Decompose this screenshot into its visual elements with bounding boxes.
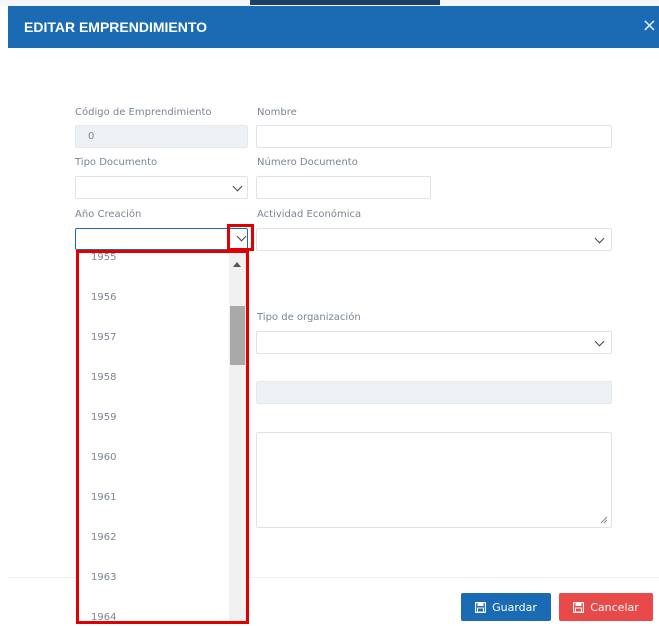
dropdown-option[interactable]: 1963 [91, 572, 116, 583]
dropdown-option[interactable]: 1956 [91, 292, 116, 303]
edit-modal: EDITAR EMPRENDIMIENTO × Código de Empren… [0, 0, 659, 626]
resize-handle-icon[interactable] [600, 516, 608, 524]
dropdown-option[interactable]: 1957 [91, 332, 116, 343]
actividad-economica-label: Actividad Económica [257, 209, 362, 220]
chevron-down-icon [594, 336, 605, 347]
codigo-value: 0 [88, 131, 95, 142]
numero-documento-input[interactable] [256, 176, 431, 199]
tipo-documento-label: Tipo Documento [75, 157, 158, 168]
tipo-organizacion-select[interactable] [256, 331, 612, 354]
dropdown-option[interactable]: 1955 [91, 253, 116, 263]
description-textarea[interactable] [256, 432, 612, 528]
dropdown-option[interactable]: 1959 [91, 412, 116, 423]
modal-header: EDITAR EMPRENDIMIENTO × [8, 6, 659, 48]
chevron-down-icon [594, 233, 605, 244]
dropdown-option[interactable]: 1960 [91, 452, 116, 463]
modal-title: EDITAR EMPRENDIMIENTO [24, 19, 208, 35]
numero-documento-label: Número Documento [257, 157, 358, 168]
codigo-field: 0 [75, 125, 248, 148]
cancel-button[interactable]: Cancelar [559, 593, 653, 621]
dropdown-scrollbar[interactable] [229, 253, 246, 621]
scrollbar-thumb[interactable] [230, 306, 245, 365]
chevron-down-icon[interactable] [236, 231, 247, 242]
save-label: Guardar [492, 600, 537, 614]
chevron-highlight [227, 224, 254, 251]
dropdown-option[interactable]: 1961 [91, 492, 116, 503]
dropdown-option[interactable]: 1962 [91, 532, 116, 543]
close-icon[interactable]: × [642, 15, 657, 36]
anio-creacion-label: Año Creación [75, 209, 142, 220]
dropdown-option[interactable]: 1964 [91, 612, 116, 621]
tipo-documento-select[interactable] [75, 176, 248, 199]
anio-creacion-dropdown: 1955 1956 1957 1958 1959 1960 1961 1962 … [76, 250, 249, 624]
save-icon [573, 601, 585, 613]
dropdown-option[interactable]: 1958 [91, 372, 116, 383]
anio-creacion-select[interactable] [75, 228, 248, 250]
tipo-organizacion-label: Tipo de organización [257, 312, 361, 323]
cancel-label: Cancelar [590, 600, 639, 614]
scroll-up-icon[interactable] [233, 262, 241, 267]
save-button[interactable]: Guardar [461, 593, 551, 621]
save-icon [475, 601, 487, 613]
nombre-label: Nombre [257, 107, 297, 118]
chevron-down-icon [232, 181, 243, 192]
actividad-economica-select[interactable] [256, 228, 612, 251]
codigo-label: Código de Emprendimiento [75, 107, 212, 118]
readonly-field [256, 381, 612, 404]
nombre-input[interactable] [256, 125, 612, 148]
